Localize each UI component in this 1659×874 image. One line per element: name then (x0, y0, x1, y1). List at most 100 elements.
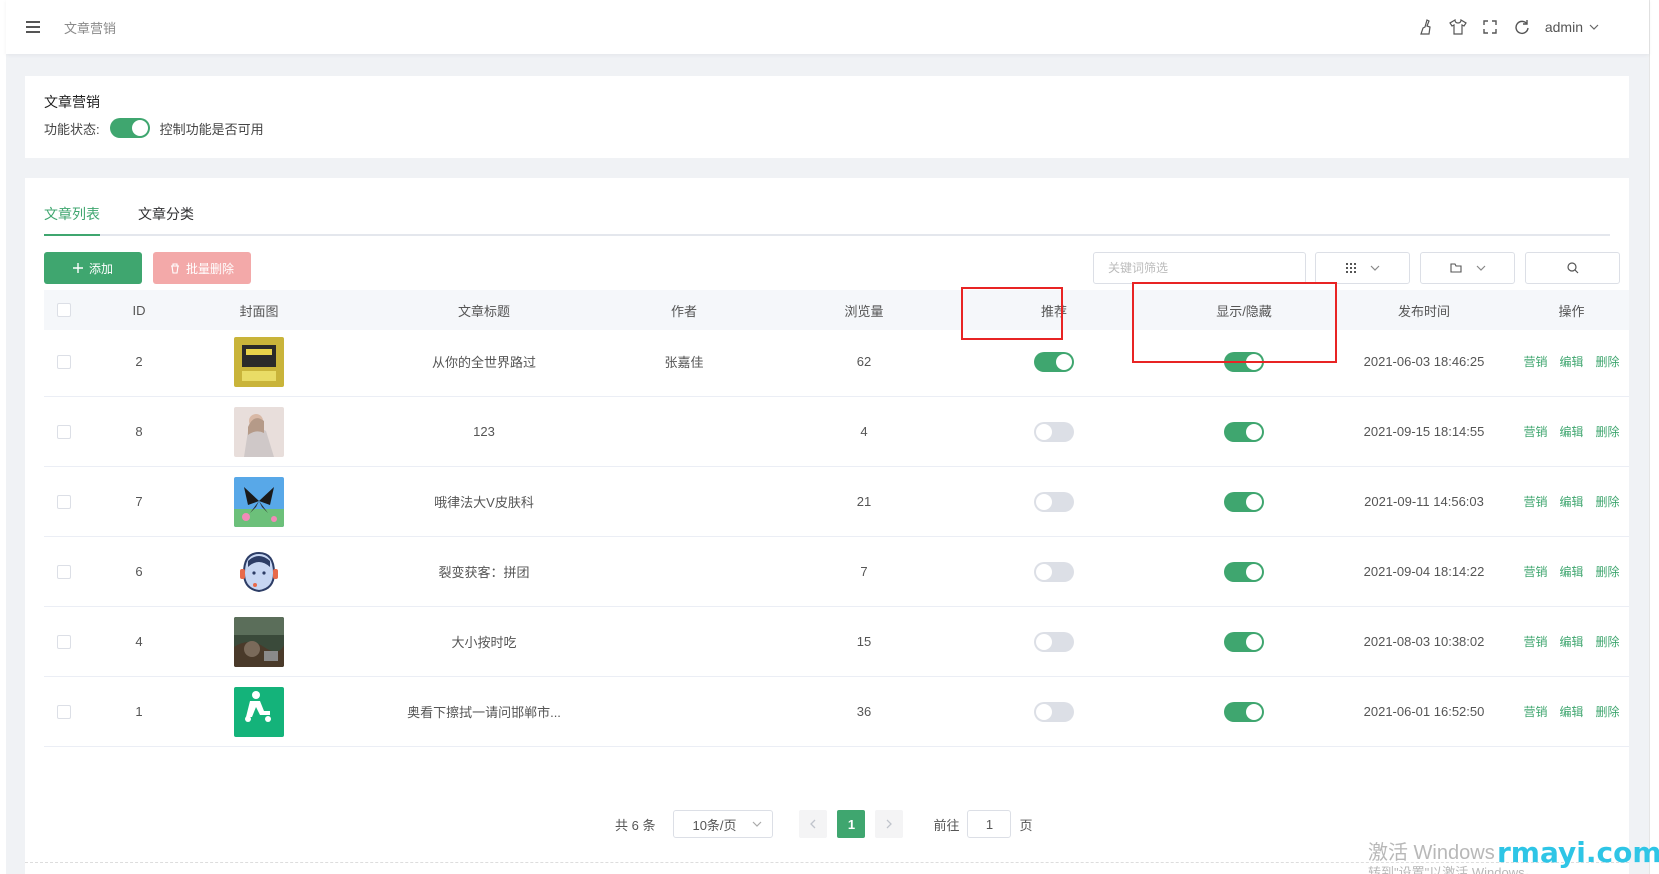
col-publish-time: 发布时间 (1397, 303, 1450, 319)
delete-link[interactable]: 删除 (1596, 423, 1620, 440)
edit-link[interactable]: 编辑 (1559, 493, 1583, 510)
visible-cell (1184, 397, 1304, 466)
row-checkbox[interactable] (57, 424, 71, 439)
row-actions: 营销 编辑 删除 (1514, 677, 1629, 746)
recommend-switch[interactable] (1034, 631, 1074, 652)
page-size-value: 10条/页 (692, 817, 737, 833)
market-link[interactable]: 营销 (1523, 493, 1547, 510)
edit-link[interactable]: 编辑 (1559, 423, 1583, 440)
page-size-select[interactable]: 10条/页 (673, 810, 774, 838)
market-link[interactable]: 营销 (1523, 423, 1547, 440)
row-views: 21 (856, 494, 872, 509)
row-id: 1 (135, 704, 143, 719)
row-checkbox[interactable] (57, 354, 71, 369)
row-id: 7 (135, 494, 143, 509)
row-title: 哦律法大V皮肤科 (434, 495, 534, 510)
row-views: 36 (856, 704, 872, 719)
select-all-checkbox[interactable] (57, 303, 71, 317)
function-card: 文章营销 功能状态: 控制功能是否可用 (25, 76, 1629, 158)
visible-switch[interactable] (1224, 491, 1264, 512)
delete-link[interactable]: 删除 (1596, 353, 1620, 370)
visible-cell (1184, 677, 1304, 746)
delete-link[interactable]: 删除 (1596, 703, 1620, 720)
grid-view-select[interactable] (1315, 252, 1410, 284)
next-page-button[interactable] (875, 810, 904, 838)
chevron-down-icon (1476, 265, 1485, 271)
market-link[interactable]: 营销 (1523, 563, 1547, 580)
user-menu[interactable]: admin (1545, 19, 1599, 35)
edit-link[interactable]: 编辑 (1559, 353, 1583, 370)
table-row: 8 123 4 2021-09-15 18:14:55 营销 编辑 删除 (44, 397, 1629, 467)
chevron-left-icon (810, 819, 816, 829)
folder-icon (1449, 263, 1462, 273)
search-button[interactable] (1525, 252, 1620, 284)
page-number-current[interactable]: 1 (837, 810, 866, 838)
recommend-cell (994, 607, 1114, 676)
row-checkbox[interactable] (57, 634, 71, 649)
market-link[interactable]: 营销 (1523, 633, 1547, 650)
edit-link[interactable]: 编辑 (1559, 563, 1583, 580)
recommend-switch[interactable] (1034, 561, 1074, 582)
visible-switch[interactable] (1224, 631, 1264, 652)
fullscreen-icon[interactable] (1481, 18, 1499, 36)
row-id: 8 (135, 424, 143, 439)
scrollbar[interactable] (1649, 0, 1659, 874)
add-button[interactable]: 添加 (44, 252, 142, 284)
tab-article-list[interactable]: 文章列表 (44, 204, 100, 236)
visible-cell (1184, 467, 1304, 536)
edit-link[interactable]: 编辑 (1559, 703, 1583, 720)
recommend-switch[interactable] (1034, 351, 1074, 372)
broom-icon[interactable] (1417, 18, 1435, 36)
col-actions: 操作 (1558, 303, 1585, 319)
row-checkbox[interactable] (57, 704, 71, 719)
batch-delete-button[interactable]: 批量删除 (153, 252, 251, 284)
row-title: 大小按时吃 (451, 635, 517, 650)
row-actions: 营销 编辑 删除 (1514, 327, 1629, 396)
goto-page-input[interactable] (967, 810, 1012, 838)
row-author (624, 677, 744, 746)
col-id: ID (132, 302, 146, 318)
delete-link[interactable]: 删除 (1596, 493, 1620, 510)
row-id: 6 (135, 564, 143, 579)
refresh-icon[interactable] (1513, 18, 1531, 36)
row-select (44, 537, 84, 606)
edit-link[interactable]: 编辑 (1559, 633, 1583, 650)
visible-switch[interactable] (1224, 351, 1264, 372)
visible-switch[interactable] (1224, 701, 1264, 722)
tshirt-icon[interactable] (1449, 18, 1467, 36)
col-views: 浏览量 (844, 303, 884, 319)
row-author (624, 607, 744, 676)
total-count: 共 6 条 (615, 817, 656, 833)
add-button-label: 添加 (88, 261, 113, 276)
windows-activation-watermark: 激活 Windows (1368, 842, 1495, 864)
row-checkbox[interactable] (57, 564, 71, 579)
table-row: 4 大小按时吃 15 2021-08-03 10:38:02 营销 编辑 删除 (44, 607, 1629, 677)
function-status-switch[interactable] (109, 118, 150, 138)
status-description: 控制功能是否可用 (159, 121, 264, 137)
cover-image (204, 537, 314, 606)
delete-link[interactable]: 删除 (1596, 633, 1620, 650)
market-link[interactable]: 营销 (1523, 703, 1547, 720)
prev-page-button[interactable] (799, 810, 828, 838)
plus-icon (72, 263, 83, 273)
tab-article-category[interactable]: 文章分类 (138, 204, 194, 234)
row-author (624, 467, 744, 536)
menu-toggle-icon[interactable] (26, 17, 48, 37)
row-checkbox[interactable] (57, 494, 71, 509)
row-title: 奥看下擦拭一请问邯郸市... (407, 705, 561, 720)
col-author: 作者 (670, 303, 697, 319)
breadcrumb: 文章营销 (64, 20, 117, 36)
row-publish-time: 2021-06-03 18:46:25 (1363, 354, 1485, 369)
visible-switch[interactable] (1224, 421, 1264, 442)
keyword-filter-input[interactable] (1093, 252, 1306, 284)
folder-select[interactable] (1420, 252, 1515, 284)
market-link[interactable]: 营销 (1523, 353, 1547, 370)
visible-switch[interactable] (1224, 561, 1264, 582)
recommend-switch[interactable] (1034, 701, 1074, 722)
page-suffix: 页 (1019, 817, 1033, 833)
delete-link[interactable]: 删除 (1596, 563, 1620, 580)
chevron-down-icon (1370, 265, 1379, 271)
recommend-switch[interactable] (1034, 421, 1074, 442)
recommend-switch[interactable] (1034, 491, 1074, 512)
row-select (44, 397, 84, 466)
